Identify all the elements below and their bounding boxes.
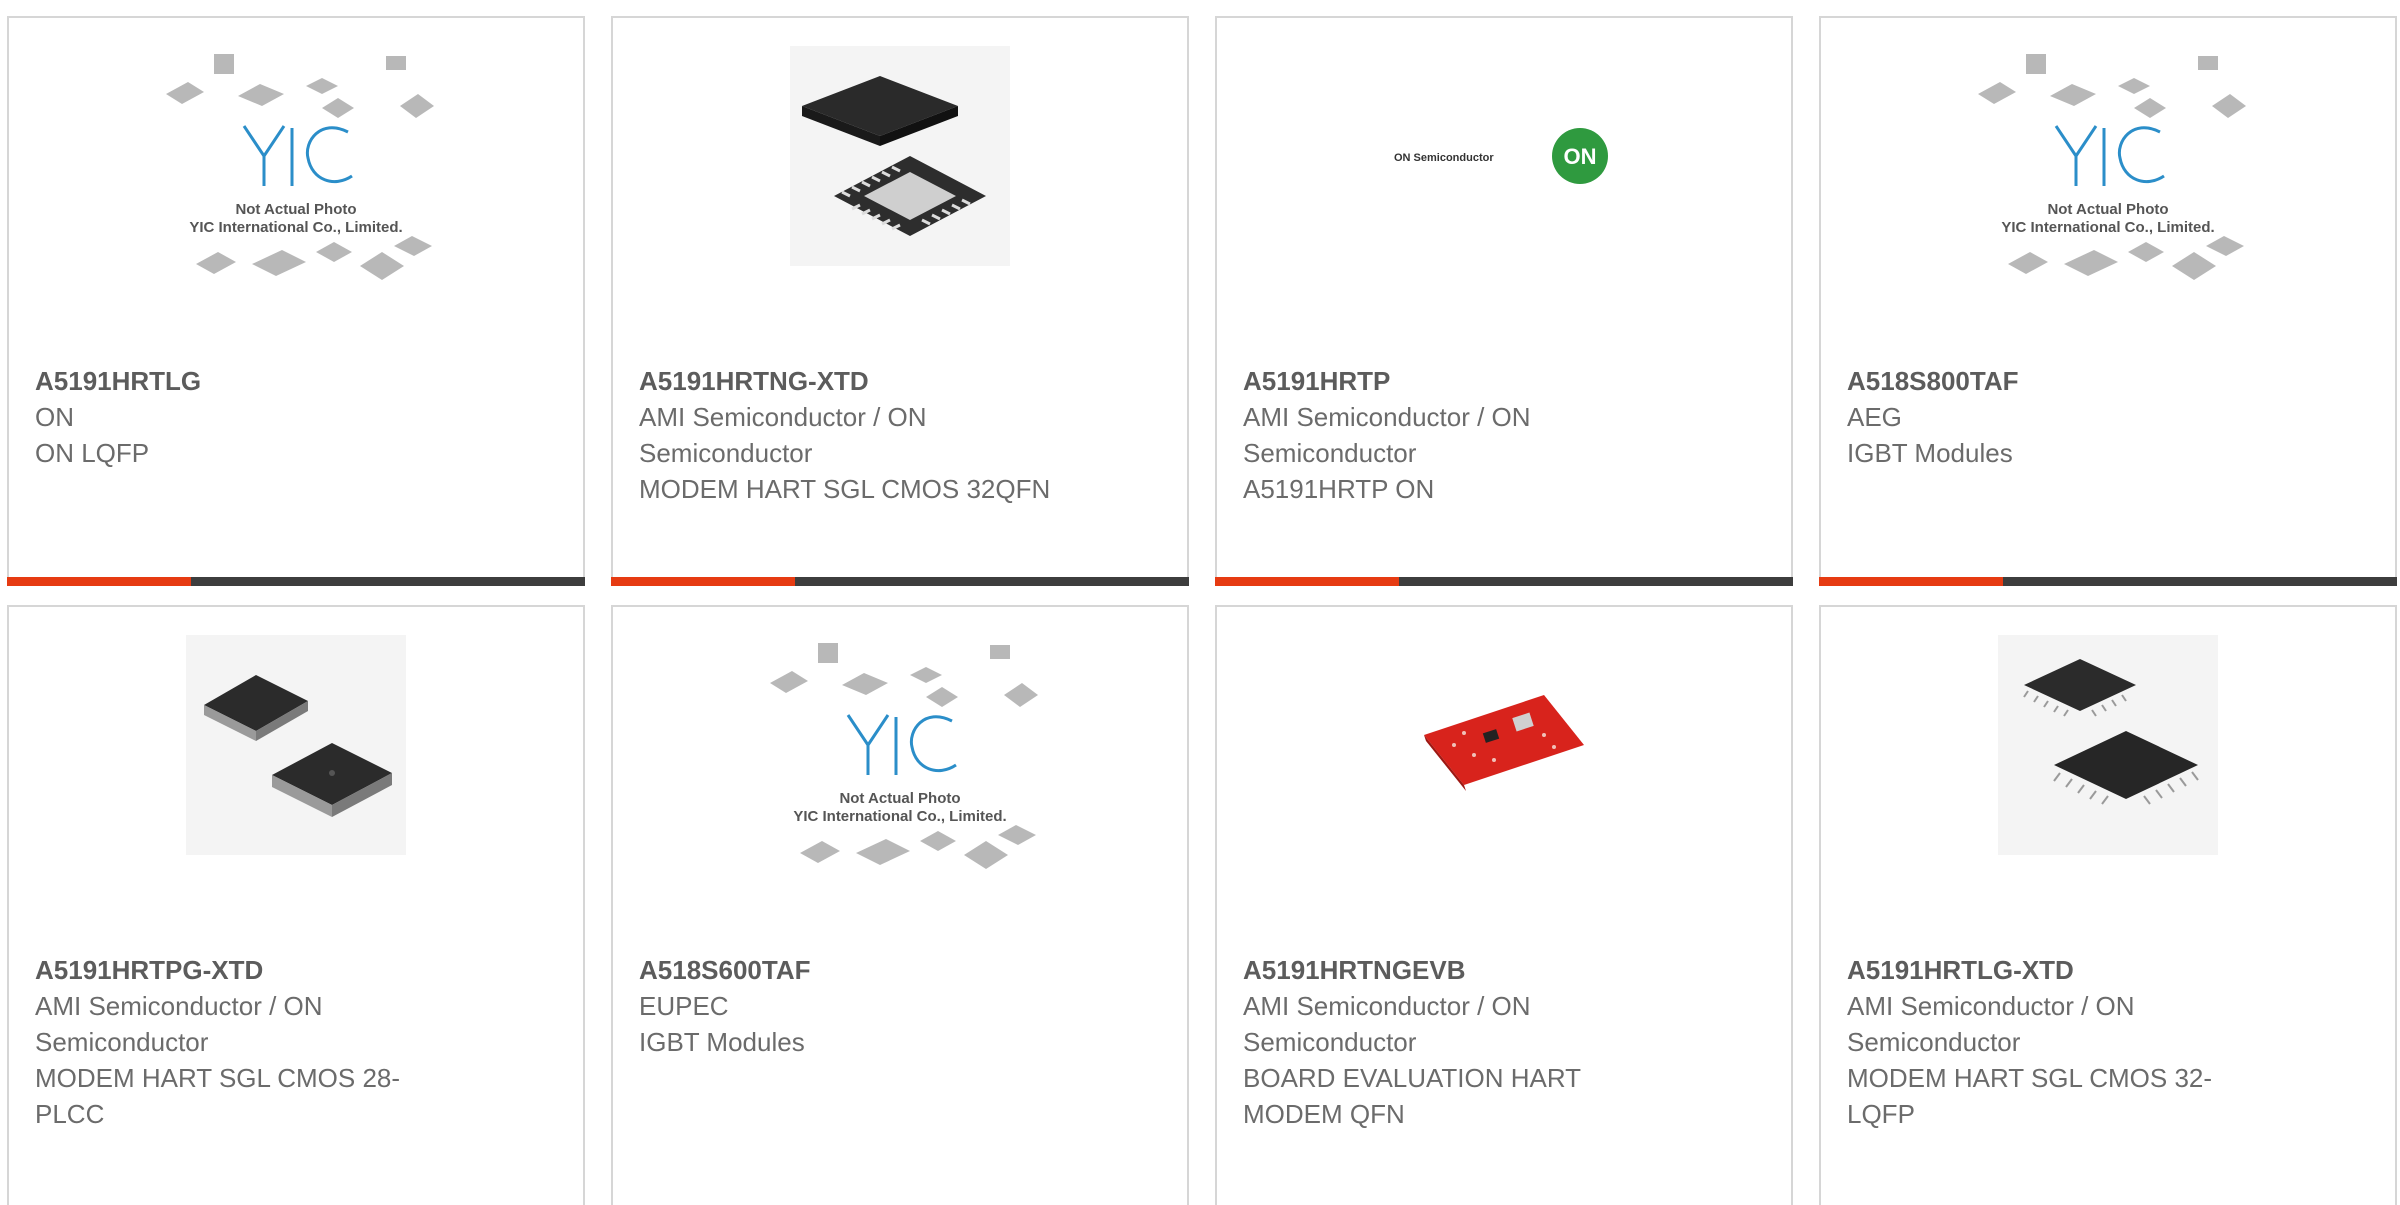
description: BOARD EVALUATION HART MODEM QFN (1243, 1063, 1581, 1129)
product-card[interactable]: A5191HRTPG-XTD AMI Semiconductor / ON Se… (7, 605, 585, 1205)
part-number-link[interactable]: A5191HRTPG-XTD (35, 952, 455, 988)
product-image-logo[interactable]: ON Semiconductor ON (1217, 46, 1791, 376)
product-image-lqfp[interactable] (1821, 635, 2395, 965)
manufacturer: AEG (1847, 402, 1902, 432)
description: IGBT Modules (639, 1027, 805, 1057)
manufacturer: AMI Semiconductor / ON Semiconductor (639, 402, 927, 468)
part-number-link[interactable]: A518S600TAF (639, 952, 1059, 988)
description: MODEM HART SGL CMOS 32QFN (639, 474, 1051, 504)
placeholder-caption-line2: YIC International Co., Limited. (793, 808, 1006, 825)
description: MODEM HART SGL CMOS 32-LQFP (1847, 1063, 2213, 1129)
product-image-eval-board[interactable] (1217, 635, 1791, 965)
manufacturer: ON (35, 402, 74, 432)
part-number-link[interactable]: A5191HRTLG-XTD (1847, 952, 2267, 988)
product-card[interactable]: Not Actual Photo YIC International Co., … (7, 16, 585, 586)
description: IGBT Modules (1847, 438, 2013, 468)
part-number-link[interactable]: A518S800TAF (1847, 363, 2267, 399)
description: A5191HRTP ON (1243, 474, 1435, 504)
manufacturer: AMI Semiconductor / ON Semiconductor (1847, 991, 2135, 1057)
product-image-placeholder[interactable]: Not Actual Photo YIC International Co., … (1821, 46, 2395, 376)
card-accent-bar (7, 577, 585, 586)
manufacturer: AMI Semiconductor / ON Semiconductor (35, 991, 323, 1057)
product-image-placeholder[interactable]: Not Actual Photo YIC International Co., … (613, 635, 1187, 965)
placeholder-caption-line1: Not Actual Photo (2047, 201, 2168, 218)
part-number-link[interactable]: A5191HRTNGEVB (1243, 952, 1663, 988)
part-number-link[interactable]: A5191HRTNG-XTD (639, 363, 1059, 399)
placeholder-caption-line2: YIC International Co., Limited. (2001, 219, 2214, 236)
manufacturer: AMI Semiconductor / ON Semiconductor (1243, 402, 1531, 468)
card-accent-bar (611, 577, 1189, 586)
part-number-link[interactable]: A5191HRTLG (35, 363, 455, 399)
product-card[interactable]: Not Actual Photo YIC International Co., … (1819, 16, 2397, 586)
manufacturer: AMI Semiconductor / ON Semiconductor (1243, 991, 1531, 1057)
placeholder-caption-line1: Not Actual Photo (235, 201, 356, 218)
part-number-link[interactable]: A5191HRTP (1243, 363, 1663, 399)
on-semiconductor-wordmark: ON Semiconductor (1394, 152, 1494, 164)
product-grid: Not Actual Photo YIC International Co., … (0, 0, 2400, 1205)
card-accent-bar (1215, 577, 1793, 586)
card-accent-bar (1819, 577, 2397, 586)
description: MODEM HART SGL CMOS 28-PLCC (35, 1063, 401, 1129)
product-card[interactable]: Not Actual Photo YIC International Co., … (611, 605, 1189, 1205)
manufacturer: EUPEC (639, 991, 729, 1021)
product-card[interactable]: A5191HRTLG-XTD AMI Semiconductor / ON Se… (1819, 605, 2397, 1205)
product-card[interactable]: A5191HRTNGEVB AMI Semiconductor / ON Sem… (1215, 605, 1793, 1205)
description: ON LQFP (35, 438, 150, 468)
product-card[interactable]: A5191HRTNG-XTD AMI Semiconductor / ON Se… (611, 16, 1189, 586)
product-image-qfn[interactable] (613, 46, 1187, 376)
product-image-placeholder[interactable]: Not Actual Photo YIC International Co., … (9, 46, 583, 376)
placeholder-caption-line1: Not Actual Photo (839, 790, 960, 807)
product-image-plcc[interactable] (9, 635, 583, 965)
product-card[interactable]: ON Semiconductor ON A5191HRTP AMI Semico… (1215, 16, 1793, 586)
on-logo-mark: ON (1564, 144, 1597, 169)
placeholder-caption-line2: YIC International Co., Limited. (189, 219, 402, 236)
